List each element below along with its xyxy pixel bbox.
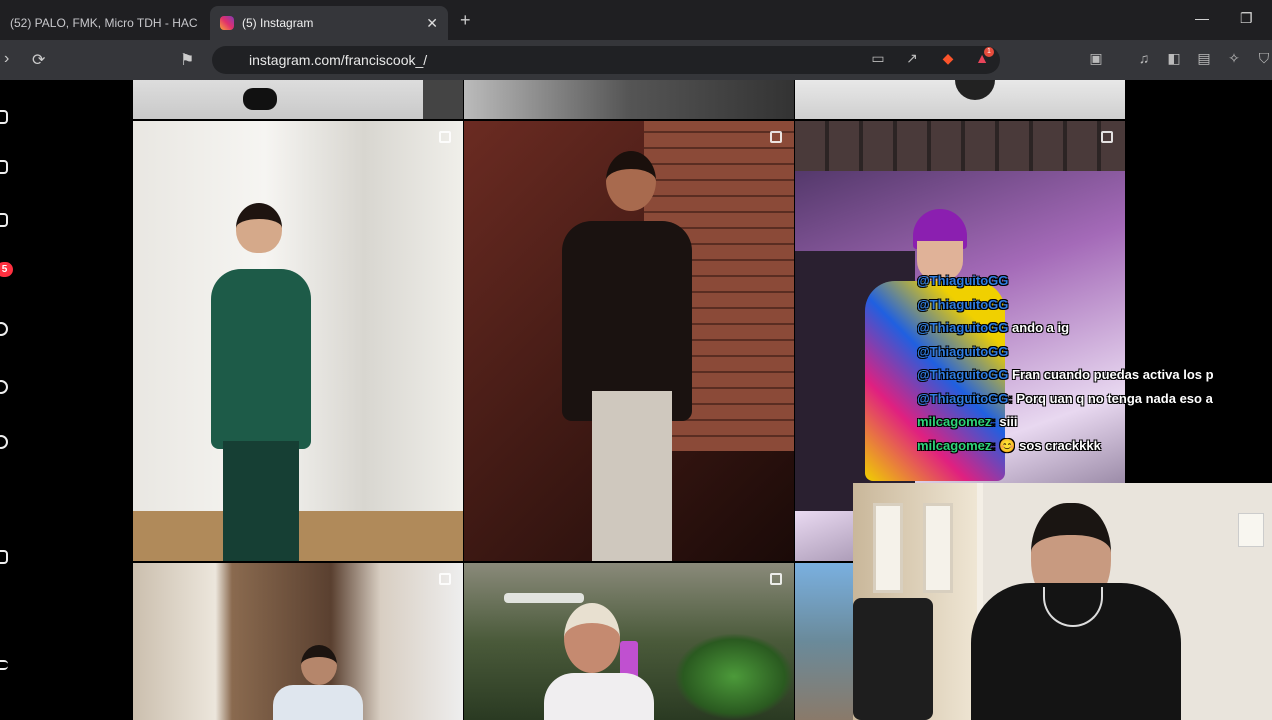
- explore-icon[interactable]: [0, 380, 8, 394]
- post-image: [955, 80, 995, 100]
- instagram-sidebar: [0, 80, 133, 720]
- chat-message: @ThiaguitoGG ando a ig: [917, 320, 1272, 344]
- chat-message: milcagomez: 😊 sos crackkkk: [917, 437, 1101, 453]
- multiple-photos-icon: [770, 573, 782, 585]
- post-tile-mirror-selfie[interactable]: [464, 563, 794, 720]
- messages-icon[interactable]: [0, 435, 8, 449]
- post-tile[interactable]: [133, 80, 463, 119]
- leo-ai-icon[interactable]: ✧: [1226, 50, 1242, 66]
- bookmark-icon[interactable]: ⚑: [180, 50, 194, 70]
- post-image: [674, 633, 794, 720]
- post-image: [423, 80, 463, 119]
- cast-icon[interactable]: ▭: [870, 50, 886, 66]
- chat-text: Porq uan q no tenga nada eso a: [1016, 390, 1213, 406]
- share-icon[interactable]: ↗: [904, 50, 920, 66]
- post-image: [273, 685, 363, 720]
- multiple-photos-icon: [1101, 131, 1113, 143]
- post-tile[interactable]: [795, 80, 1125, 119]
- chat-text: siii: [999, 414, 1018, 429]
- tab-strip: (52) PALO, FMK, Micro TDH - HAC (5) Inst…: [0, 0, 1272, 40]
- chat-username: milcagomez: [917, 414, 992, 429]
- chat-text: ando a ig: [1012, 320, 1070, 335]
- post-image: [301, 645, 337, 685]
- new-tab-icon[interactable]: +: [460, 10, 471, 31]
- post-image: [504, 593, 584, 603]
- post-image: [564, 603, 620, 673]
- rewards-badge: 1: [984, 47, 994, 57]
- close-tab-icon[interactable]: ✕: [426, 15, 438, 32]
- chat-message: milcagomez: siii: [917, 414, 1018, 429]
- create-icon[interactable]: [0, 550, 8, 564]
- post-image: [544, 673, 654, 720]
- tab-title: (52) PALO, FMK, Micro TDH - HAC: [10, 16, 198, 30]
- chat-username: @ThiaguitoGG: [917, 367, 1009, 382]
- chat-text: Fran cuando puedas activa los p: [1012, 367, 1214, 382]
- vpn-shield-icon[interactable]: ⛉: [1256, 50, 1272, 66]
- chat-text: 😊 sos crackkkk: [999, 437, 1101, 453]
- chat-username: @ThiaguitoGG: [917, 320, 1009, 335]
- chat-message: @ThiaguitoGG Fran cuando puedas activa l…: [917, 367, 1272, 391]
- tab-instagram[interactable]: (5) Instagram ✕: [210, 6, 448, 40]
- instagram-favicon-icon: [220, 16, 234, 30]
- chat-username: @ThiaguitoGG: [917, 343, 1009, 359]
- chat-message: @ThiaguitoGG: Porq uan q no tenga nada e…: [917, 390, 1213, 406]
- restore-icon[interactable]: ❐: [1240, 10, 1253, 27]
- chat-username: @ThiaguitoGG: [917, 273, 1009, 288]
- home-icon[interactable]: [0, 160, 8, 174]
- post-image: [243, 88, 277, 110]
- stream-chat-overlay: @ThiaguitoGG @ThiaguitoGG @ThiaguitoGG a…: [917, 273, 1272, 461]
- search-icon[interactable]: [0, 322, 8, 336]
- minimize-icon[interactable]: —: [1195, 10, 1209, 26]
- post-tile-green-suit[interactable]: [133, 121, 463, 561]
- post-tile-curtain[interactable]: [133, 563, 463, 720]
- chat-username: milcagomez: [917, 437, 992, 453]
- reels-icon[interactable]: [0, 213, 8, 227]
- reload-icon[interactable]: ⟳: [32, 50, 45, 70]
- post-image: [236, 203, 282, 253]
- wallet-icon[interactable]: ▤: [1196, 50, 1212, 66]
- webcam-overlay: [853, 483, 1272, 720]
- post-image: [606, 151, 656, 211]
- chat-message: @ThiaguitoGG: [917, 273, 1272, 297]
- webcam-door: [873, 503, 903, 593]
- music-icon[interactable]: ♫: [1136, 50, 1152, 66]
- multiple-photos-icon: [439, 131, 451, 143]
- post-tile-mountains[interactable]: [795, 563, 853, 720]
- tab-title: (5) Instagram: [242, 16, 314, 30]
- post-image: [223, 441, 299, 561]
- post-tile-brick-wall[interactable]: [464, 121, 794, 561]
- webcam-chair: [853, 598, 933, 720]
- instagram-logo-icon[interactable]: [0, 110, 8, 124]
- sidebar-toggle-icon[interactable]: ◧: [1166, 50, 1182, 66]
- chat-username: @ThiaguitoGG: [917, 390, 1009, 406]
- reader-mode-icon[interactable]: ▣: [1088, 50, 1104, 66]
- brave-shield-icon[interactable]: ◆: [940, 50, 956, 66]
- multiple-photos-icon: [439, 573, 451, 585]
- post-tile[interactable]: [464, 80, 794, 119]
- forward-icon[interactable]: ›: [4, 50, 9, 68]
- post-image: [795, 121, 1125, 171]
- multiple-photos-icon: [770, 131, 782, 143]
- more-menu-icon[interactable]: [0, 660, 8, 670]
- post-image: [211, 269, 311, 449]
- chat-username: @ThiaguitoGG: [917, 296, 1009, 312]
- url-text: instagram.com/franciscook_/: [249, 52, 428, 68]
- tab-youtube[interactable]: (52) PALO, FMK, Micro TDH - HAC: [0, 6, 200, 40]
- post-image: [592, 391, 672, 561]
- webcam-outlet: [1238, 513, 1264, 547]
- chat-message: @ThiaguitoGG: [917, 344, 1272, 368]
- chat-message: @ThiaguitoGG: [917, 297, 1272, 321]
- webcam-door: [923, 503, 953, 593]
